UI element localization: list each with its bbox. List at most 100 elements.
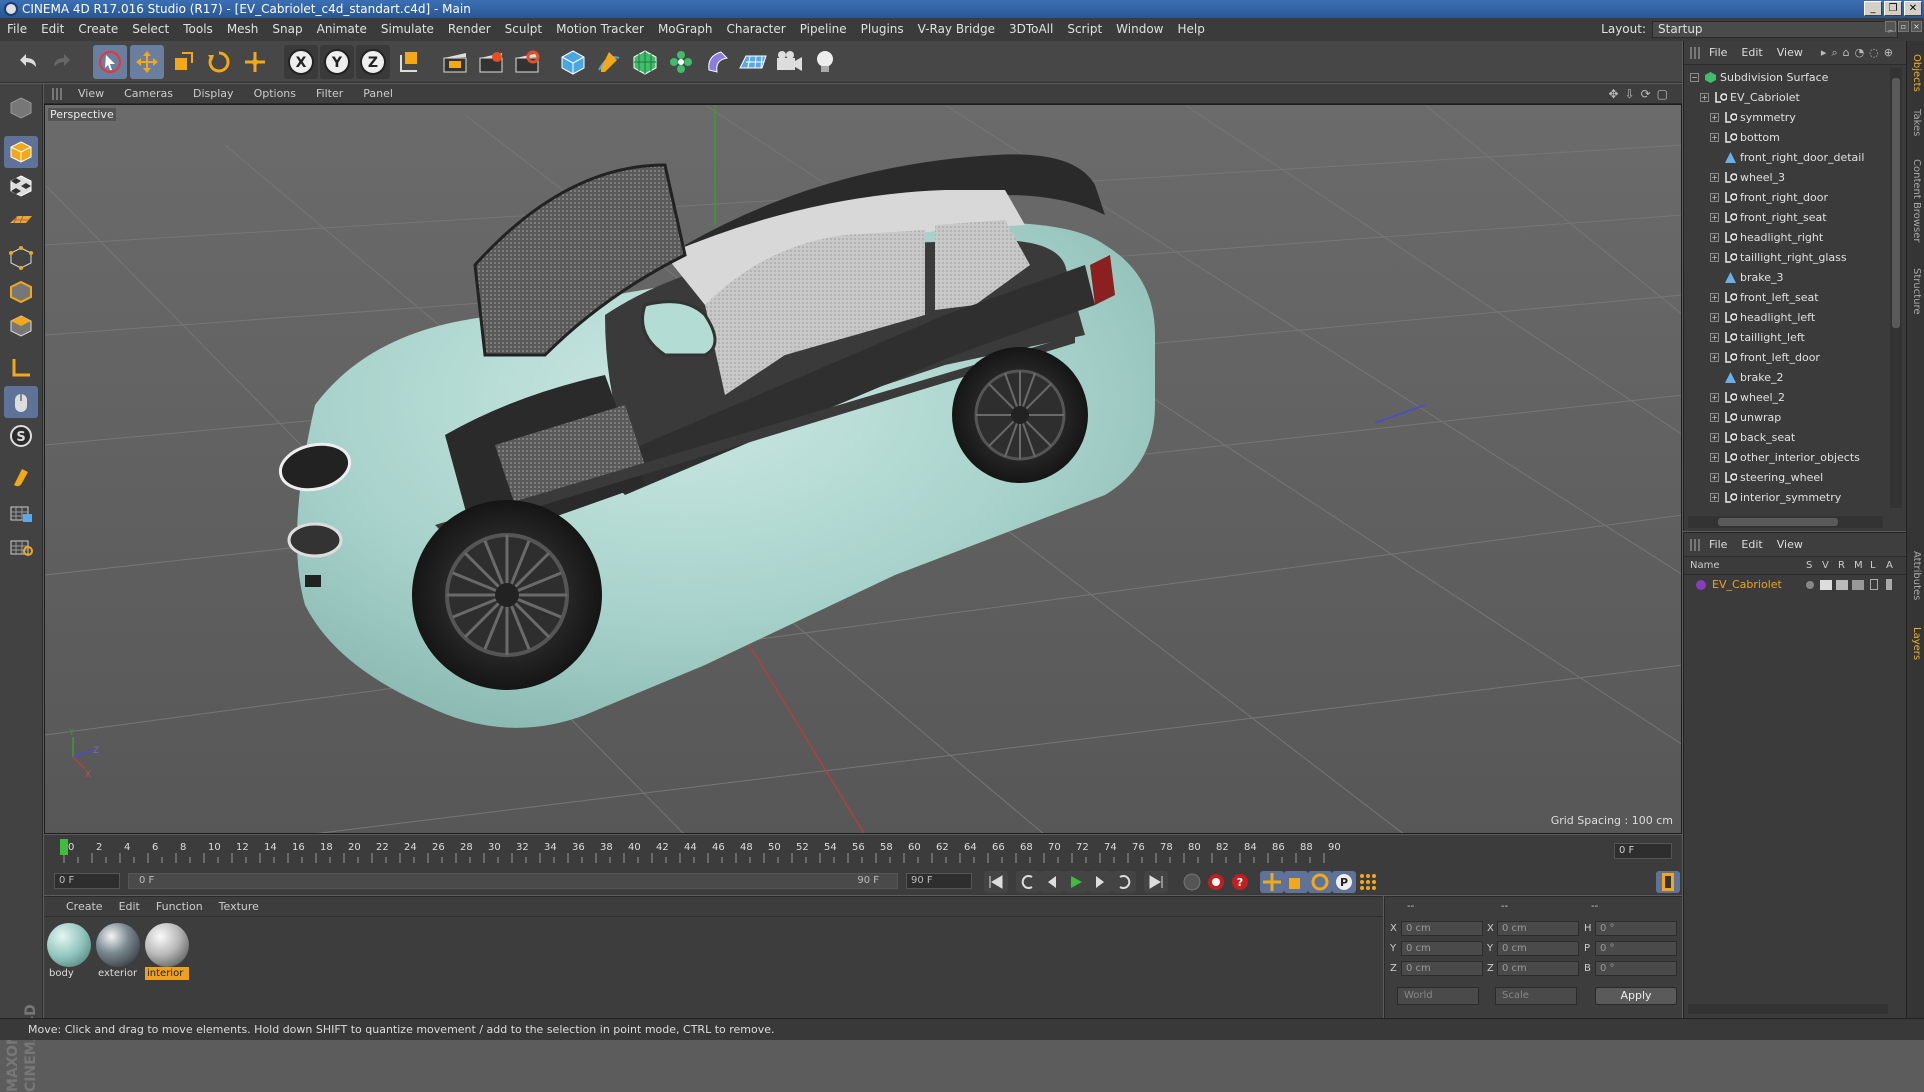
doc-restore-icon[interactable]: ▫ xyxy=(1898,21,1909,32)
next-key-button[interactable] xyxy=(1112,871,1136,893)
tweak-mode-button[interactable] xyxy=(4,386,38,418)
minimize-button[interactable]: _ xyxy=(1864,1,1882,16)
expand-toggle-icon[interactable]: + xyxy=(1710,413,1719,422)
cube-primitive-button[interactable] xyxy=(556,45,590,79)
locked-workplane-button[interactable] xyxy=(4,496,38,528)
make-editable-button[interactable] xyxy=(4,92,38,124)
menu-simulate[interactable]: Simulate xyxy=(374,18,441,41)
menu-plugins[interactable]: Plugins xyxy=(854,18,911,41)
menu-edit[interactable]: Edit xyxy=(34,18,71,41)
object-row[interactable]: + interior_symmetry xyxy=(1684,488,1884,508)
start-frame-field[interactable]: 0 F xyxy=(54,873,120,889)
expand-toggle-icon[interactable]: + xyxy=(1710,133,1719,142)
panel-grip-icon[interactable] xyxy=(1690,47,1700,59)
render-settings-button[interactable] xyxy=(510,45,544,79)
object-tree-hscrollbar[interactable] xyxy=(1688,516,1883,528)
viewport-menu-filter[interactable]: Filter xyxy=(306,84,353,104)
position-x-field[interactable]: 0 cm xyxy=(1401,921,1483,936)
timeline-window-button[interactable] xyxy=(1656,871,1680,893)
viewport-navigation-icons[interactable]: ✥⇩⟳▢ xyxy=(1608,87,1674,101)
prev-frame-button[interactable] xyxy=(1040,871,1064,893)
object-row[interactable]: + front_left_door xyxy=(1684,348,1884,368)
goto-end-button[interactable] xyxy=(1144,871,1168,893)
goto-start-button[interactable] xyxy=(984,871,1008,893)
tab-structure[interactable]: Structure xyxy=(1909,259,1923,323)
cloner-button[interactable] xyxy=(664,45,698,79)
model-mode-button[interactable] xyxy=(4,136,38,168)
redo-button[interactable] xyxy=(46,45,80,79)
coordinate-system-button[interactable] xyxy=(392,45,426,79)
tab-attributes[interactable]: Attributes xyxy=(1909,541,1923,611)
rotation-p-field[interactable]: 0 ° xyxy=(1595,941,1677,956)
tab-layers[interactable]: Layers xyxy=(1909,619,1923,669)
object-manager-tool-icons[interactable]: ▸⌕⌂◔◌⊕ xyxy=(1821,46,1898,60)
tab-content-browser[interactable]: Content Browser xyxy=(1909,151,1923,251)
current-frame-field[interactable]: 0 F xyxy=(1614,843,1672,859)
panel-grip-icon[interactable] xyxy=(52,88,64,100)
rotation-b-field[interactable]: 0 ° xyxy=(1595,961,1677,976)
doc-minimize-icon[interactable]: _ xyxy=(1885,21,1896,32)
layer-name[interactable]: EV_Cabriolet xyxy=(1712,576,1782,594)
layer-render-icon[interactable] xyxy=(1836,580,1848,590)
subdivision-button[interactable] xyxy=(628,45,662,79)
undo-button[interactable] xyxy=(10,45,44,79)
material-body[interactable]: body xyxy=(47,923,91,980)
live-selection-tool[interactable] xyxy=(93,45,127,79)
position-y-field[interactable]: 0 cm xyxy=(1401,941,1483,956)
expand-toggle-icon[interactable]: − xyxy=(1690,73,1699,82)
viewport-menu-options[interactable]: Options xyxy=(244,84,306,104)
doc-close-icon[interactable]: × xyxy=(1911,21,1922,32)
x-axis-lock[interactable]: X xyxy=(284,45,318,79)
expand-toggle-icon[interactable]: + xyxy=(1710,253,1719,262)
tab-objects[interactable]: Objects xyxy=(1909,49,1923,97)
object-row[interactable]: + front_right_door xyxy=(1684,188,1884,208)
menu-vray-bridge[interactable]: V-Ray Bridge xyxy=(911,18,1002,41)
object-row[interactable]: + steering_wheel xyxy=(1684,468,1884,488)
layer-menu-edit[interactable]: Edit xyxy=(1734,533,1769,557)
next-frame-button[interactable] xyxy=(1088,871,1112,893)
expand-toggle-icon[interactable]: + xyxy=(1710,113,1719,122)
layer-color-swatch[interactable] xyxy=(1696,580,1706,590)
render-picture-viewer-button[interactable] xyxy=(474,45,508,79)
size-x-field[interactable]: 0 cm xyxy=(1497,921,1579,936)
menu-animate[interactable]: Animate xyxy=(310,18,374,41)
object-row[interactable]: + other_interior_objects xyxy=(1684,448,1884,468)
floor-button[interactable] xyxy=(736,45,770,79)
layer-row[interactable]: EV_Cabriolet xyxy=(1684,576,1906,594)
layer-menu-file[interactable]: File xyxy=(1702,533,1734,557)
object-row[interactable]: brake_3 xyxy=(1684,268,1884,288)
scroll-thumb[interactable] xyxy=(1892,78,1900,328)
expand-toggle-icon[interactable]: + xyxy=(1710,333,1719,342)
layer-animation-icon[interactable] xyxy=(1886,579,1892,590)
workplane-mode-button[interactable] xyxy=(4,204,38,236)
frame-range-slider[interactable]: 0 F 90 F xyxy=(128,873,898,889)
object-row[interactable]: front_right_door_detail xyxy=(1684,148,1884,168)
spline-pen-button[interactable] xyxy=(592,45,626,79)
layer-visible-icon[interactable] xyxy=(1820,580,1832,590)
object-row[interactable]: + bottom xyxy=(1684,128,1884,148)
object-row[interactable]: + taillight_right_glass xyxy=(1684,248,1884,268)
solo-button[interactable]: S xyxy=(4,420,38,452)
snap-enable-button[interactable] xyxy=(4,462,38,494)
object-row[interactable]: + wheel_2 xyxy=(1684,388,1884,408)
expand-toggle-icon[interactable]: + xyxy=(1710,213,1719,222)
object-row[interactable]: + front_right_seat xyxy=(1684,208,1884,228)
object-row[interactable]: + front_left_seat xyxy=(1684,288,1884,308)
rotation-h-field[interactable]: 0 ° xyxy=(1595,921,1677,936)
layer-hscrollbar[interactable] xyxy=(1688,1004,1888,1014)
expand-toggle-icon[interactable]: + xyxy=(1710,473,1719,482)
expand-toggle-icon[interactable]: + xyxy=(1710,353,1719,362)
menu-script[interactable]: Script xyxy=(1060,18,1109,41)
tab-takes[interactable]: Takes xyxy=(1909,103,1923,143)
menu-snap[interactable]: Snap xyxy=(265,18,309,41)
size-z-field[interactable]: 0 cm xyxy=(1497,961,1579,976)
menu-3dtoall[interactable]: 3DToAll xyxy=(1002,18,1060,41)
planar-workplane-button[interactable] xyxy=(4,530,38,562)
menu-render[interactable]: Render xyxy=(441,18,498,41)
menu-tools[interactable]: Tools xyxy=(176,18,220,41)
object-row[interactable]: + headlight_right xyxy=(1684,228,1884,248)
menu-create[interactable]: Create xyxy=(71,18,125,41)
viewport-menu-panel[interactable]: Panel xyxy=(353,84,403,104)
viewport-menu-display[interactable]: Display xyxy=(183,84,244,104)
expand-toggle-icon[interactable]: + xyxy=(1710,493,1719,502)
